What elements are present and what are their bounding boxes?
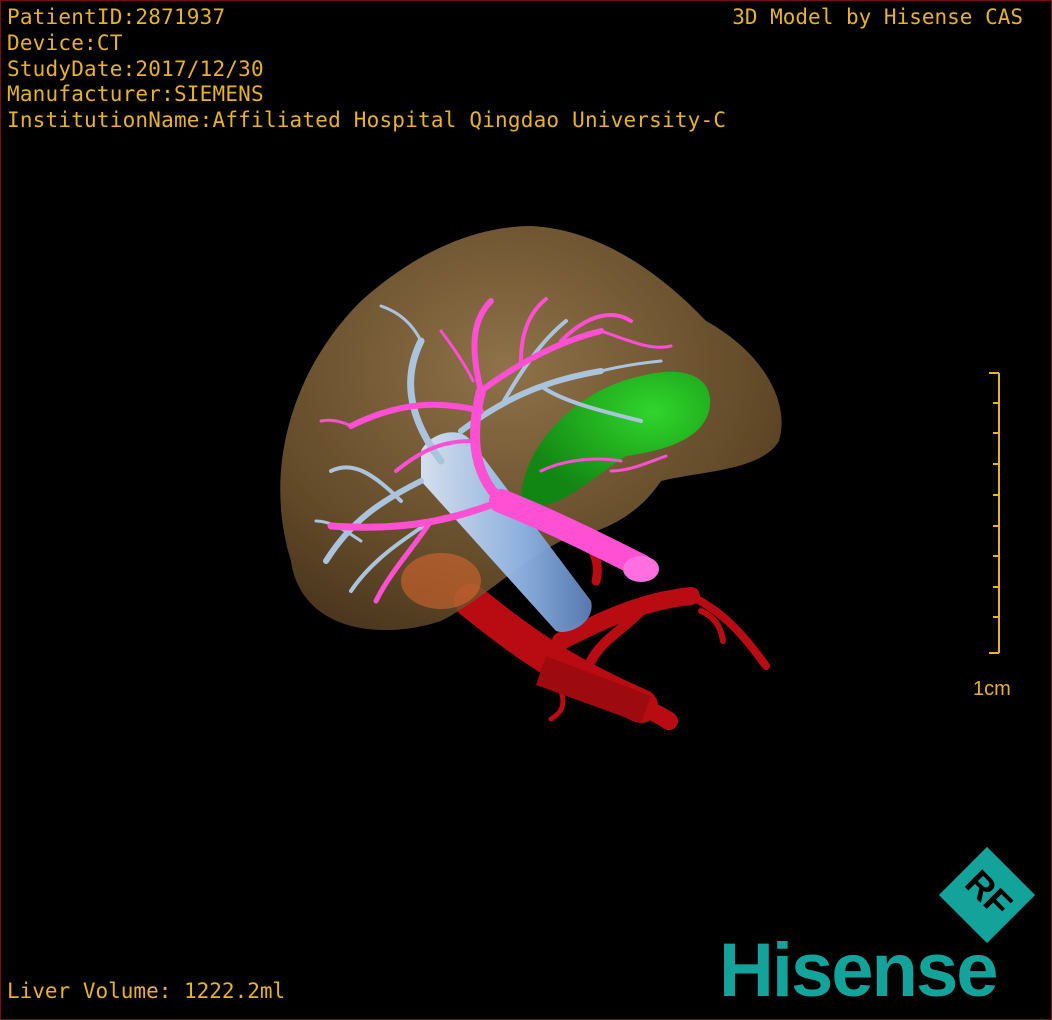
liver-3d-model[interactable] (1, 1, 1051, 1019)
study-date: StudyDate:2017/12/30 (7, 57, 264, 81)
portal-vein-trunk-end (623, 556, 659, 582)
tumor-region (401, 553, 481, 609)
3d-viewport[interactable]: PatientID:2871937 Device:CT StudyDate:20… (0, 0, 1052, 1020)
patient-id: PatientID:2871937 (7, 5, 226, 29)
manufacturer: Manufacturer:SIEMENS (7, 82, 264, 106)
liver-volume-readout: Liver Volume: 1222.2ml (7, 979, 286, 1003)
scale-label: 1cm (973, 678, 1011, 700)
model-credit: 3D Model by Hisense CAS (732, 5, 1023, 29)
institution-name: InstitutionName:Affiliated Hospital Qing… (7, 108, 727, 132)
device: Device:CT (7, 31, 123, 55)
scale-bar (989, 372, 1000, 654)
hisense-logo: Hisense (719, 928, 998, 1013)
